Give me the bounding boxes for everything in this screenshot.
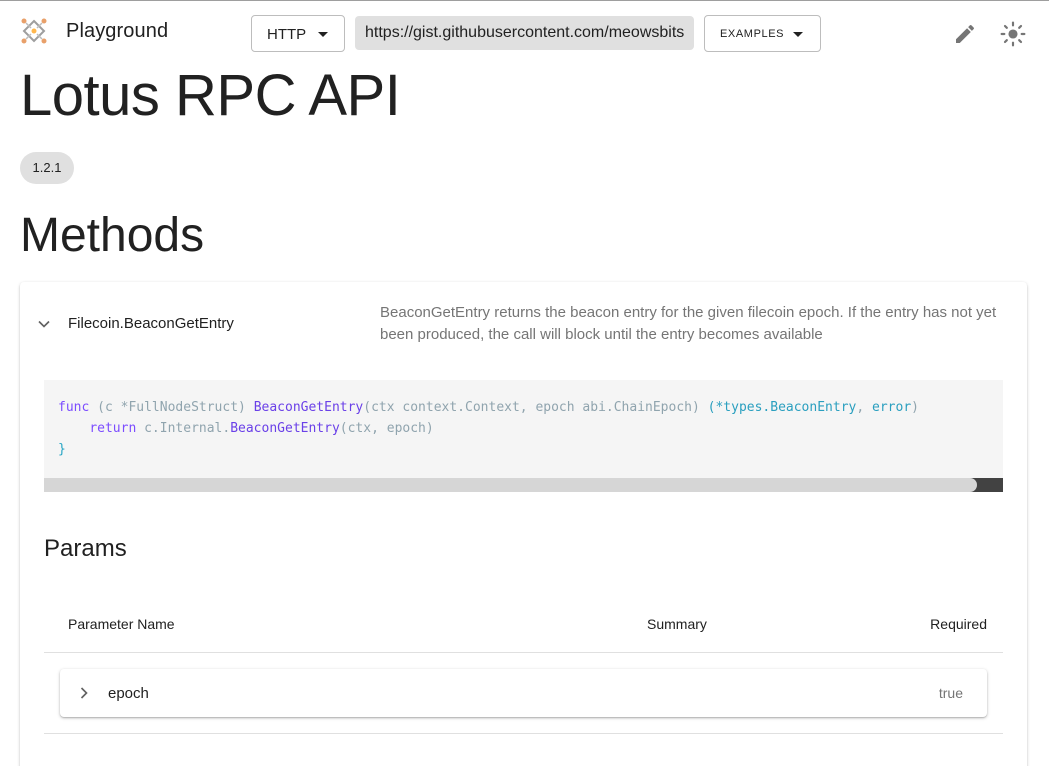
params-heading: Params (44, 535, 127, 562)
examples-button-label: EXAMPLES (720, 28, 785, 40)
caret-down-icon (793, 32, 803, 37)
code-text: ) (911, 400, 919, 415)
param-required: true (938, 685, 963, 701)
playground-logo-icon (20, 17, 48, 45)
params-table-header: Parameter Name Summary Required (44, 602, 1003, 653)
method-name[interactable]: Filecoin.BeaconGetEntry (68, 315, 234, 332)
code-line: } (58, 442, 66, 457)
code-text: (c (89, 400, 121, 415)
code-text: c.Internal. (136, 421, 231, 436)
examples-button[interactable]: EXAMPLES (704, 15, 821, 52)
code-type: *types.BeaconEntry (715, 400, 857, 415)
caret-down-icon (318, 32, 328, 37)
param-name: epoch (108, 685, 149, 702)
column-header-required: Required (930, 616, 987, 632)
code-block: func (c *FullNodeStruct) BeaconGetEntry(… (44, 380, 1003, 492)
code-type: error (872, 400, 912, 415)
top-bar: Playground HTTP EXAMPLES (0, 0, 1049, 64)
code-function: BeaconGetEntry (230, 421, 340, 436)
table-row[interactable]: epoch true (60, 669, 987, 717)
divider (44, 733, 1003, 734)
sun-icon[interactable] (1000, 21, 1026, 47)
url-input[interactable] (355, 16, 694, 50)
pencil-icon[interactable] (953, 22, 977, 46)
chevron-down-icon[interactable] (34, 314, 54, 334)
method-panel: Filecoin.BeaconGetEntry BeaconGetEntry r… (20, 282, 1027, 766)
code-function: BeaconGetEntry (253, 400, 364, 415)
code-keyword: return (89, 421, 137, 436)
transport-select-value: HTTP (267, 26, 307, 43)
scrollbar-thumb[interactable] (44, 478, 977, 492)
code-text: (ctx context.Context, epoch abi.ChainEpo… (363, 400, 708, 415)
code-text: ) (238, 400, 254, 415)
code-line: func (c *FullNodeStruct) BeaconGetEntry(… (58, 400, 919, 415)
code-text: (ctx, epoch) (339, 421, 434, 436)
api-title: Lotus RPC API (20, 63, 401, 128)
horizontal-scrollbar[interactable] (44, 478, 1003, 492)
chevron-right-icon[interactable] (74, 683, 94, 703)
version-chip: 1.2.1 (20, 152, 74, 184)
app-title: Playground (66, 20, 169, 42)
transport-select[interactable]: HTTP (251, 15, 345, 52)
code-line: return c.Internal.BeaconGetEntry(ctx, ep… (58, 421, 434, 436)
column-header-summary: Summary (647, 616, 707, 632)
code-text: , (856, 400, 873, 415)
code-type: *FullNodeStruct (120, 400, 239, 415)
column-header-parameter-name: Parameter Name (68, 616, 175, 632)
methods-heading: Methods (20, 209, 205, 262)
method-description: BeaconGetEntry returns the beacon entry … (380, 304, 997, 343)
code-keyword: func (58, 400, 90, 415)
